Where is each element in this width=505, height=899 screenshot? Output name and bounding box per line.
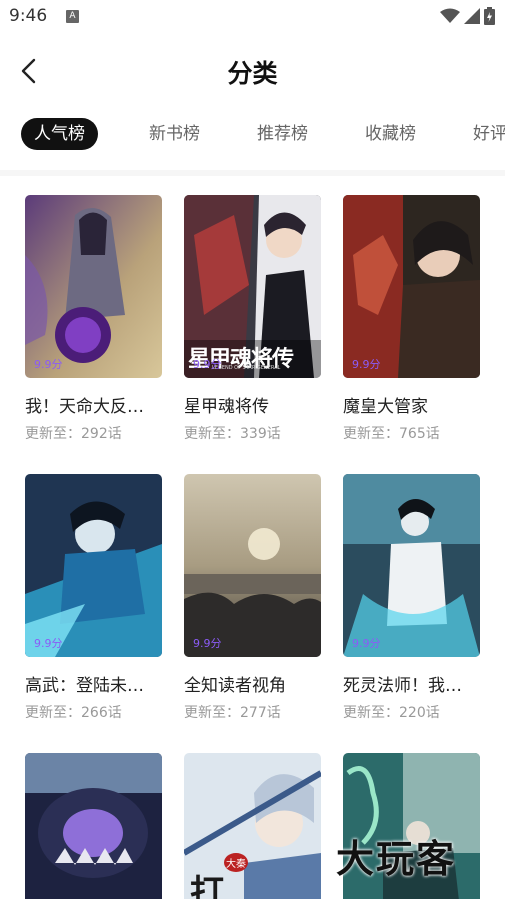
- comic-card[interactable]: 9.9分 高武：登陆未… 更新至：266话: [25, 474, 162, 722]
- divider: [0, 170, 505, 176]
- comic-cover[interactable]: 9.9分: [343, 195, 480, 378]
- score-badge: 9.9分: [34, 637, 63, 650]
- score-badge: 9.9分: [34, 358, 63, 371]
- comic-update: 更新至：339话: [184, 426, 281, 442]
- tab-new-books[interactable]: 新书榜: [149, 118, 200, 150]
- page-title: 分类: [227, 59, 278, 88]
- comic-cover[interactable]: 星甲魂将传 LEGEND OF STAR GENERAL 9.9分: [184, 195, 321, 378]
- score-badge: 9.9分: [193, 637, 222, 650]
- signal-icon: [464, 8, 480, 24]
- notification-icon: A: [66, 10, 79, 23]
- category-tabs: 人气榜 新书榜 推荐榜 收藏榜 好评: [0, 118, 505, 152]
- comic-card[interactable]: 9.9分 我！天命大反… 更新至：292话: [25, 195, 162, 443]
- comic-update: 更新至：266话: [25, 705, 122, 721]
- comic-title: 死灵法师！我…: [343, 676, 462, 696]
- watermark-text: 大玩客: [336, 837, 457, 881]
- comic-cover[interactable]: 9.9分: [184, 474, 321, 657]
- comic-title: 星甲魂将传: [184, 397, 269, 417]
- comic-card[interactable]: 9.9分 死灵法师！我… 更新至：220话: [343, 474, 480, 722]
- comic-card[interactable]: 星甲魂将传 LEGEND OF STAR GENERAL 9.9分 星甲魂将传 …: [184, 195, 321, 443]
- battery-icon: [484, 7, 495, 25]
- tab-favorites[interactable]: 收藏榜: [365, 118, 416, 150]
- comic-update: 更新至：765话: [343, 426, 440, 442]
- tab-recommended[interactable]: 推荐榜: [257, 118, 308, 150]
- comic-cover[interactable]: 9.9分: [25, 474, 162, 657]
- comic-card[interactable]: 9.9分 魔皇大管家 更新至：765话: [343, 195, 480, 443]
- comic-update: 更新至：220话: [343, 705, 440, 721]
- comic-card[interactable]: [25, 753, 162, 899]
- comic-cover[interactable]: 9.9分: [343, 474, 480, 657]
- wifi-icon: [440, 8, 460, 23]
- comic-update: 更新至：292话: [25, 426, 122, 442]
- status-bar: 9:46 A: [0, 0, 505, 34]
- comic-cover[interactable]: 打 大秦: [184, 753, 321, 899]
- comic-title: 我！天命大反…: [25, 397, 144, 417]
- cover-title-art: 打: [190, 873, 224, 899]
- header: 分类: [0, 40, 505, 102]
- score-badge: 9.9分: [193, 358, 222, 371]
- comic-update: 更新至：277话: [184, 705, 281, 721]
- comic-title: 魔皇大管家: [343, 397, 428, 417]
- status-icons: [440, 7, 495, 25]
- tab-popular[interactable]: 人气榜: [21, 118, 98, 150]
- comic-card[interactable]: 打 大秦: [184, 753, 321, 899]
- comic-title: 高武：登陆未…: [25, 676, 144, 696]
- comic-cover[interactable]: [25, 753, 162, 899]
- tab-top-rated[interactable]: 好评: [473, 118, 505, 150]
- status-time: 9:46: [9, 6, 48, 26]
- cover-subtitle-art: LEGEND OF STAR GENERAL: [212, 365, 281, 371]
- comic-card[interactable]: 9.9分 全知读者视角 更新至：277话: [184, 474, 321, 722]
- cover-badge-art: 大秦: [224, 853, 248, 872]
- comic-title: 全知读者视角: [184, 676, 286, 696]
- score-badge: 9.9分: [352, 358, 381, 371]
- comic-cover[interactable]: 9.9分: [25, 195, 162, 378]
- score-badge: 9.9分: [352, 637, 381, 650]
